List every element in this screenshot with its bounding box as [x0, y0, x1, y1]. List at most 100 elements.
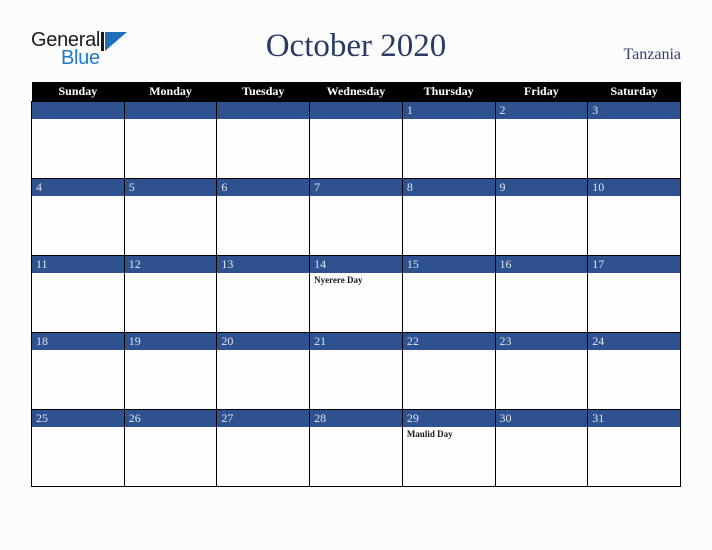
day-number: 18 [32, 333, 124, 350]
calendar-day-cell[interactable]: 23 [494, 332, 589, 410]
calendar-week-row: 123 [31, 101, 681, 179]
day-events: Maulid Day [403, 427, 495, 440]
weekday-header-wednesday: Wednesday [309, 82, 403, 102]
calendar-day-cell[interactable] [216, 101, 311, 179]
day-events [217, 196, 309, 198]
day-events [217, 350, 309, 352]
calendar-day-cell[interactable]: 9 [494, 178, 589, 256]
calendar-day-cell[interactable] [309, 101, 403, 179]
day-events [32, 427, 124, 429]
day-number: 6 [217, 179, 310, 196]
calendar-day-cell[interactable]: 4 [31, 178, 125, 256]
calendar-day-cell[interactable]: 12 [123, 255, 218, 333]
calendar-day-cell[interactable]: 15 [401, 255, 496, 333]
calendar-day-cell[interactable]: 27 [216, 409, 311, 487]
calendar-header-row: Sunday Monday Tuesday Wednesday Thursday… [31, 82, 681, 102]
day-events [588, 350, 680, 352]
calendar-day-cell[interactable]: 26 [123, 409, 218, 487]
calendar-day-cell[interactable]: 22 [401, 332, 496, 410]
day-events [496, 273, 588, 275]
day-events [217, 273, 309, 275]
day-number: 30 [495, 410, 588, 427]
day-number: 29 [402, 410, 495, 427]
calendar-day-cell[interactable]: 7 [309, 178, 403, 256]
calendar-day-cell[interactable]: 25 [31, 409, 125, 487]
calendar-day-cell[interactable]: 6 [216, 178, 311, 256]
day-number: 22 [402, 333, 495, 350]
day-number [217, 102, 310, 119]
page-title: October 2020 [265, 28, 447, 64]
calendar-day-cell[interactable]: 20 [216, 332, 311, 410]
calendar-day-cell[interactable]: 2 [494, 101, 589, 179]
calendar-day-cell[interactable]: 30 [494, 409, 589, 487]
day-events [32, 119, 124, 121]
calendar-week-row: 4 5 6 7 8 9 10 [31, 178, 681, 256]
calendar-day-cell[interactable]: 19 [123, 332, 218, 410]
calendar-day-cell[interactable]: 14 Nyerere Day [309, 255, 403, 333]
day-number: 16 [495, 256, 588, 273]
day-events [125, 350, 217, 352]
day-events [310, 119, 402, 121]
day-cell-content: 18 [32, 333, 124, 409]
calendar-day-cell[interactable]: 3 [587, 101, 681, 179]
weekday-header-sunday: Sunday [31, 82, 125, 102]
logo-bar-shape [101, 32, 104, 51]
day-number: 25 [32, 410, 124, 427]
calendar-day-cell[interactable] [31, 101, 125, 179]
calendar-body: 1 2 3 4 5 6 7 8 9 10 11 12 13 14 Nyerere Day 15 16 17 18 19… [31, 101, 681, 487]
day-cell-content: 14 Nyerere Day [310, 256, 402, 332]
day-events [403, 350, 495, 352]
day-events [125, 196, 217, 198]
calendar-week-row: 25 26 27 28 29 Maulid Day 30 31 [31, 409, 681, 487]
day-cell-content: 6 [217, 179, 310, 255]
generalblue-logo[interactable]: General Blue [31, 30, 151, 74]
day-events [125, 427, 217, 429]
calendar-day-cell[interactable]: 24 [587, 332, 681, 410]
day-cell-content: 28 [310, 410, 402, 486]
calendar-day-cell[interactable]: 16 [494, 255, 589, 333]
day-events [496, 427, 588, 429]
logo-text-blue: Blue [61, 47, 100, 69]
calendar-day-cell[interactable]: 21 [309, 332, 403, 410]
day-number [310, 102, 402, 119]
day-cell-content: 17 [588, 256, 680, 332]
day-number: 19 [124, 333, 217, 350]
day-events [403, 196, 495, 198]
day-cell-content: 24 [588, 333, 680, 409]
calendar-day-cell[interactable] [123, 101, 218, 179]
day-number: 27 [217, 410, 310, 427]
day-number: 8 [402, 179, 495, 196]
day-number: 4 [32, 179, 124, 196]
calendar-day-cell[interactable]: 29 Maulid Day [401, 409, 496, 487]
day-cell-content: 7 [310, 179, 402, 255]
calendar-day-cell[interactable]: 8 [401, 178, 496, 256]
day-cell-content: 8 [402, 179, 495, 255]
calendar-day-cell[interactable]: 1 [401, 101, 496, 179]
calendar-day-cell[interactable]: 31 [587, 409, 681, 487]
calendar-day-cell[interactable]: 10 [587, 178, 681, 256]
day-cell-content: 13 [217, 256, 310, 332]
calendar-day-cell[interactable]: 28 [309, 409, 403, 487]
day-events: Nyerere Day [310, 273, 402, 286]
day-cell-content: 10 [588, 179, 680, 255]
calendar-week-row: 18 19 20 21 22 23 24 [31, 332, 681, 410]
day-events [32, 273, 124, 275]
day-number: 17 [588, 256, 680, 273]
calendar-day-cell[interactable]: 17 [587, 255, 681, 333]
calendar-day-cell[interactable]: 11 [31, 255, 125, 333]
day-cell-content: 5 [124, 179, 217, 255]
day-number: 10 [588, 179, 680, 196]
calendar-day-cell[interactable]: 13 [216, 255, 311, 333]
day-events [403, 119, 495, 121]
day-cell-content [310, 102, 402, 178]
day-cell-content: 12 [124, 256, 217, 332]
day-number: 1 [402, 102, 495, 119]
calendar-day-cell[interactable]: 18 [31, 332, 125, 410]
day-events [588, 427, 680, 429]
page-header: General Blue October 2020 Tanzania [31, 26, 681, 74]
day-events [310, 350, 402, 352]
day-number: 28 [310, 410, 402, 427]
calendar-day-cell[interactable]: 5 [123, 178, 218, 256]
day-cell-content: 4 [32, 179, 124, 255]
day-events [217, 119, 309, 121]
